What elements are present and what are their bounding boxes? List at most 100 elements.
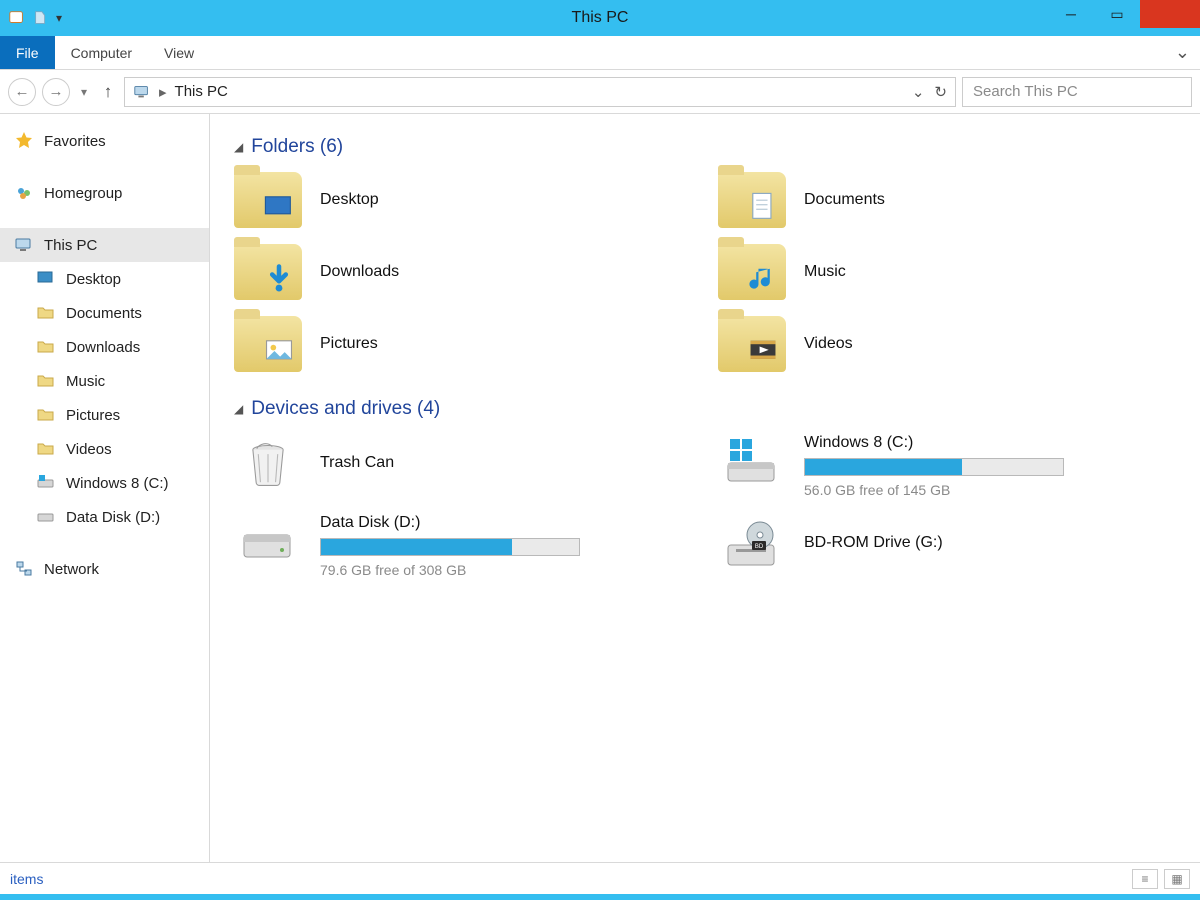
collapse-caret-icon[interactable]: ◢: [234, 140, 243, 154]
search-input[interactable]: Search This PC: [962, 77, 1192, 107]
app-icon: [8, 9, 26, 27]
section-header-folders[interactable]: ◢ Folders (6): [234, 136, 1176, 158]
drive-item-trash[interactable]: Trash Can: [234, 434, 692, 498]
drives-grid: Trash Can Windows 8 (C:) 56.0 GB free of…: [234, 434, 1176, 578]
sidebar-item-label: Music: [66, 373, 105, 390]
sidebar-item-homegroup[interactable]: Homegroup: [0, 176, 209, 210]
refresh-button[interactable]: ↻: [934, 83, 947, 101]
this-pc-icon: [133, 83, 151, 101]
folder-label: Music: [804, 263, 846, 281]
drive-capacity-fill: [321, 539, 512, 555]
collapse-caret-icon[interactable]: ◢: [234, 402, 243, 416]
sidebar-item-favorites[interactable]: Favorites: [0, 124, 209, 158]
folder-label: Videos: [804, 335, 853, 353]
drive-item-c[interactable]: Windows 8 (C:) 56.0 GB free of 145 GB: [718, 434, 1176, 498]
star-icon: [14, 131, 34, 151]
drive-icon: [36, 473, 56, 493]
section-header-label: Devices and drives (4): [251, 398, 440, 420]
minimize-button[interactable]: ─: [1048, 0, 1094, 28]
up-button[interactable]: ↑: [98, 82, 118, 102]
sidebar-item-label: Downloads: [66, 339, 140, 356]
address-dropdown-icon[interactable]: ⌄: [912, 83, 925, 101]
folder-label: Pictures: [320, 335, 378, 353]
sidebar-item-network[interactable]: Network: [0, 552, 209, 586]
drive-free-text: 56.0 GB free of 145 GB: [804, 482, 1176, 498]
homegroup-icon: [14, 183, 34, 203]
folder-item-desktop[interactable]: Desktop: [234, 172, 692, 228]
network-icon: [14, 559, 34, 579]
close-button[interactable]: [1140, 0, 1200, 28]
sidebar-item-this-pc[interactable]: This PC: [0, 228, 209, 262]
sidebar-item-pictures[interactable]: Pictures: [0, 398, 209, 432]
back-button[interactable]: ←: [8, 78, 36, 106]
sidebar-item-videos[interactable]: Videos: [0, 432, 209, 466]
icons-view-button[interactable]: ▦: [1164, 869, 1190, 889]
folder-documents-icon: [718, 172, 786, 228]
quick-access-icon[interactable]: [32, 9, 50, 27]
tab-file[interactable]: File: [0, 36, 55, 69]
sidebar-item-label: Favorites: [44, 133, 106, 150]
sidebar-item-downloads[interactable]: Downloads: [0, 330, 209, 364]
folder-item-documents[interactable]: Documents: [718, 172, 1176, 228]
drive-capacity-bar: [804, 458, 1064, 476]
sidebar-item-music[interactable]: Music: [0, 364, 209, 398]
ribbon-expand-icon[interactable]: ⌄: [1175, 42, 1190, 63]
sidebar-item-drive-d[interactable]: Data Disk (D:): [0, 500, 209, 534]
folder-icon: [36, 303, 56, 323]
sidebar-item-label: Network: [44, 561, 99, 578]
forward-button[interactable]: →: [42, 78, 70, 106]
address-bar[interactable]: ▸ This PC ⌄ ↻: [124, 77, 956, 107]
content-pane[interactable]: ◢ Folders (6) Desktop Documents: [210, 114, 1200, 862]
quick-access-dropdown-icon[interactable]: ▾: [56, 11, 62, 25]
drive-label: Windows 8 (C:): [804, 434, 1176, 452]
sidebar-item-label: Windows 8 (C:): [66, 475, 169, 492]
details-view-button[interactable]: ≡: [1132, 869, 1158, 889]
window-title: This PC: [0, 9, 1200, 27]
folder-music-icon: [718, 244, 786, 300]
sidebar-item-documents[interactable]: Documents: [0, 296, 209, 330]
drive-free-text: 79.6 GB free of 308 GB: [320, 562, 692, 578]
folder-icon: [36, 337, 56, 357]
maximize-button[interactable]: ▭: [1094, 0, 1140, 28]
footer-accent: [0, 894, 1200, 900]
drive-item-g[interactable]: BD BD-ROM Drive (G:): [718, 514, 1176, 578]
navigation-bar: ← → ▾ ↑ ▸ This PC ⌄ ↻ Search This PC: [0, 70, 1200, 114]
os-drive-icon: [718, 434, 786, 490]
folder-item-downloads[interactable]: Downloads: [234, 244, 692, 300]
drive-capacity-fill: [805, 459, 962, 475]
status-text: items: [10, 871, 43, 887]
sidebar-item-label: Homegroup: [44, 185, 122, 202]
folders-grid: Desktop Documents Downloads: [234, 172, 1176, 372]
folder-icon: [36, 405, 56, 425]
folder-item-videos[interactable]: Videos: [718, 316, 1176, 372]
optical-drive-icon: BD: [718, 518, 786, 574]
search-placeholder: Search This PC: [973, 83, 1078, 100]
sidebar-item-drive-c[interactable]: Windows 8 (C:): [0, 466, 209, 500]
sidebar-item-label: Videos: [66, 441, 112, 458]
folder-videos-icon: [718, 316, 786, 372]
tab-view[interactable]: View: [148, 36, 210, 69]
folder-item-pictures[interactable]: Pictures: [234, 316, 692, 372]
folder-label: Desktop: [320, 191, 379, 209]
navigation-pane[interactable]: Favorites Homegroup This PC Desktop Docu…: [0, 114, 210, 862]
history-dropdown-icon[interactable]: ▾: [76, 78, 92, 106]
drive-icon: [36, 507, 56, 527]
section-header-drives[interactable]: ◢ Devices and drives (4): [234, 398, 1176, 420]
tab-computer[interactable]: Computer: [55, 36, 148, 69]
folder-label: Documents: [804, 191, 885, 209]
hard-drive-icon: [234, 514, 302, 570]
title-bar-left: ▾: [0, 9, 62, 27]
folder-label: Downloads: [320, 263, 399, 281]
drive-item-d[interactable]: Data Disk (D:) 79.6 GB free of 308 GB: [234, 514, 692, 578]
window-controls: ─ ▭: [1048, 0, 1200, 36]
sidebar-item-desktop[interactable]: Desktop: [0, 262, 209, 296]
sidebar-item-label: Documents: [66, 305, 142, 322]
breadcrumb-item[interactable]: This PC: [175, 83, 228, 100]
folder-icon: [36, 439, 56, 459]
folder-item-music[interactable]: Music: [718, 244, 1176, 300]
drive-capacity-bar: [320, 538, 580, 556]
sidebar-item-label: Data Disk (D:): [66, 509, 160, 526]
drive-label: Data Disk (D:): [320, 514, 692, 532]
sidebar-item-label: This PC: [44, 237, 97, 254]
folder-icon: [36, 371, 56, 391]
